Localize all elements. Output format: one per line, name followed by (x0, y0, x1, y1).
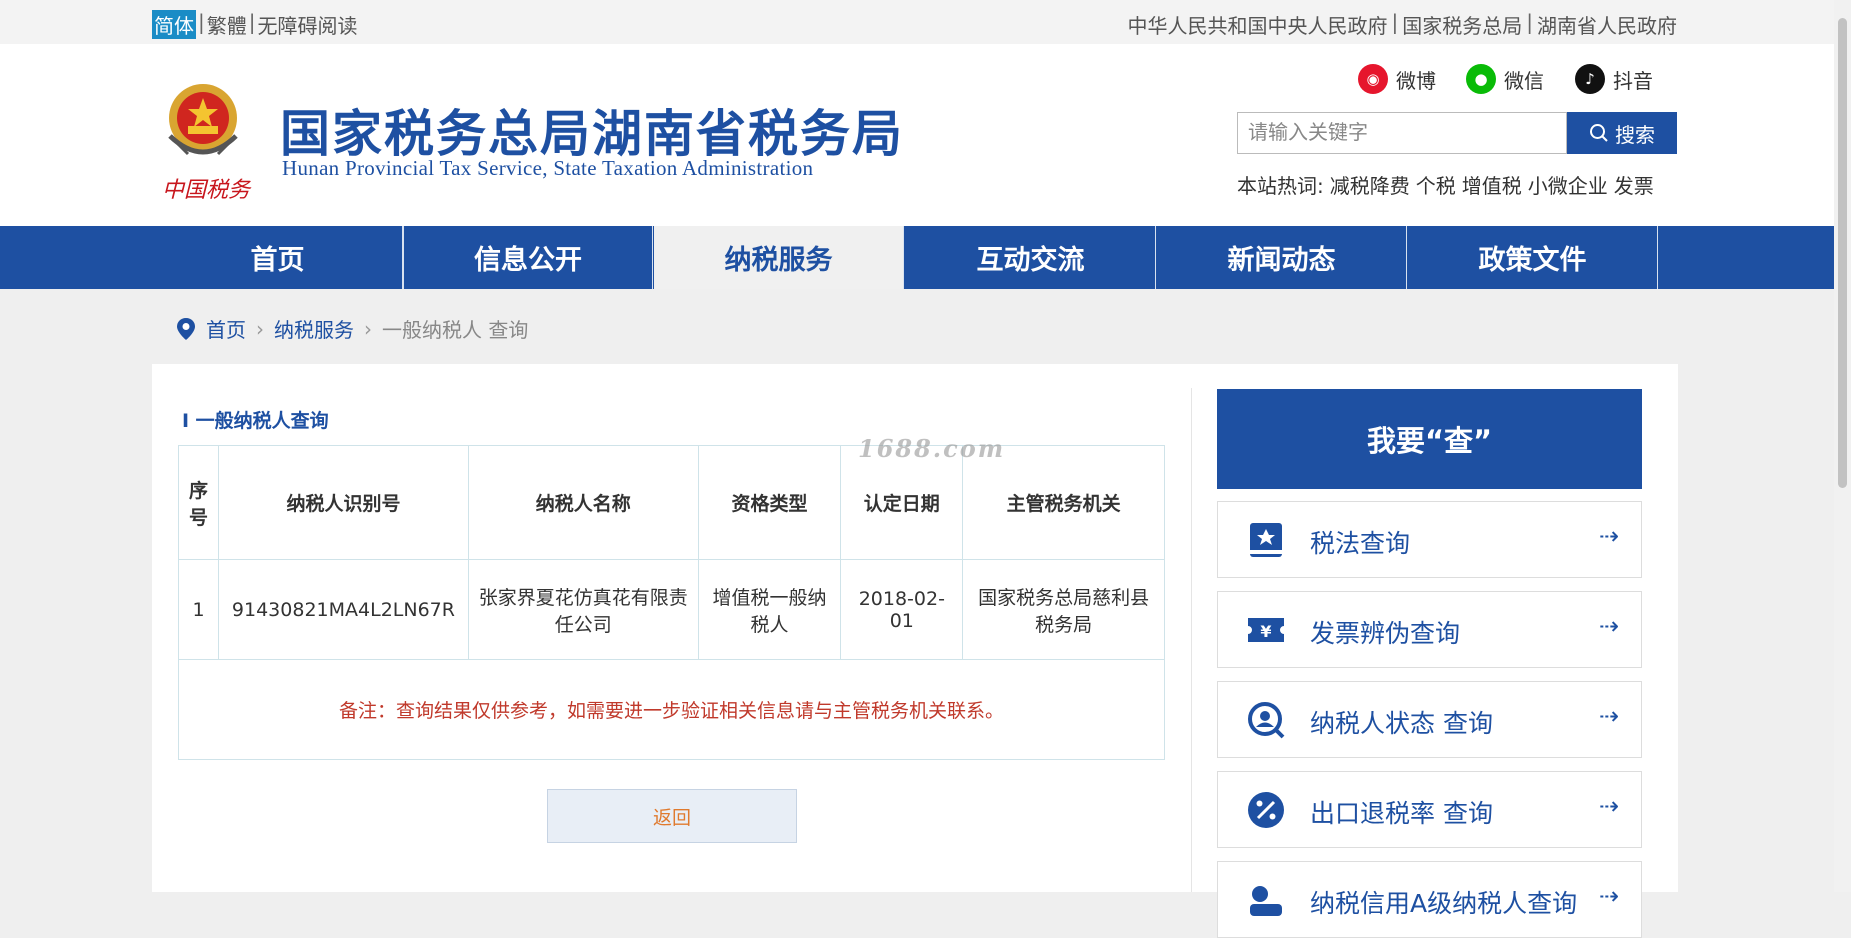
accessible-reading-link[interactable]: 无障碍阅读 (258, 10, 358, 39)
breadcrumb-current: 一般纳税人 查询 (382, 318, 529, 342)
sidebar-item-invoice[interactable]: ¥ 发票辨伪查询 ⇢ (1217, 591, 1642, 668)
sidebar-item-export-rebate[interactable]: 出口退税率 查询 ⇢ (1217, 771, 1642, 848)
sidebar-item-label: 纳税人状态 查询 (1310, 709, 1493, 738)
search-button[interactable]: 搜索 (1567, 112, 1677, 154)
col-header-tax-id: 纳税人识别号 (217, 445, 469, 560)
weibo-icon: ◉ (1358, 64, 1388, 94)
weibo-label: 微博 (1396, 68, 1436, 93)
percent-icon (1248, 792, 1284, 828)
government-links: 中华人民共和国中央人民政府 | 国家税务总局 | 湖南省人民政府 (1128, 10, 1678, 39)
cell-index: 1 (178, 559, 219, 660)
site-header: 中国税务 国家税务总局湖南省税务局 Hunan Provincial Tax S… (0, 44, 1851, 226)
wechat-link[interactable]: ● 微信 (1466, 64, 1544, 94)
douyin-label: 抖音 (1613, 68, 1653, 93)
nav-tax-service[interactable]: 纳税服务 (654, 226, 904, 289)
top-utility-bar: 简体 | 繁體 | 无障碍阅读 中华人民共和国中央人民政府 | 国家税务总局 |… (0, 0, 1851, 44)
breadcrumb-tax-service[interactable]: 纳税服务 (274, 314, 354, 343)
section-title: I 一般纳税人查询 (182, 410, 329, 432)
arrow-right-icon: ⇢ (1598, 702, 1619, 730)
hot-word-link[interactable]: 增值税 (1462, 170, 1522, 199)
credit-icon (1250, 886, 1282, 916)
breadcrumb-home[interactable]: 首页 (206, 314, 246, 343)
site-title-en: Hunan Provincial Tax Service, State Taxa… (282, 156, 814, 180)
sidebar-item-tax-law[interactable]: 税法查询 ⇢ (1217, 501, 1642, 578)
separator: | (198, 10, 205, 34)
sidebar-item-label: 纳税信用A级纳税人查询 (1310, 889, 1578, 918)
location-pin-icon (177, 317, 195, 340)
separator: | (1391, 10, 1399, 34)
weibo-link[interactable]: ◉ 微博 (1358, 64, 1436, 94)
hot-word-link[interactable]: 发票 (1614, 170, 1654, 199)
cell-tax-id: 91430821MA4L2LN67R (217, 559, 469, 660)
table-row: 1 91430821MA4L2LN67R 张家界夏花仿真花有限责任公司 增值税一… (178, 559, 1165, 660)
column-divider (1191, 388, 1192, 892)
cell-tax-office: 国家税务总局慈利县税务局 (962, 559, 1165, 660)
page-scrollbar[interactable] (1834, 0, 1851, 892)
nav-interaction[interactable]: 互动交流 (906, 226, 1156, 289)
sidebar-item-taxpayer-status[interactable]: 纳税人状态 查询 ⇢ (1217, 681, 1642, 758)
nav-news[interactable]: 新闻动态 (1157, 226, 1407, 289)
sidebar-title: 我要“查” (1217, 389, 1642, 489)
hot-word-link[interactable]: 减税降费 (1330, 170, 1410, 199)
back-button[interactable]: 返回 (547, 789, 797, 843)
taxpayer-search-icon (1248, 702, 1285, 739)
douyin-icon: ♪ (1575, 64, 1605, 94)
chevron-right-icon: › (256, 316, 264, 341)
table-header-row: 序号 纳税人识别号 纳税人名称 资格类型 认定日期 主管税务机关 (178, 445, 1165, 560)
main-nav: 首页 信息公开 纳税服务 互动交流 新闻动态 政策文件 (0, 226, 1851, 289)
sidebar-item-credit-a[interactable]: 纳税信用A级纳税人查询 ⇢ (1217, 861, 1642, 938)
svg-text:¥: ¥ (1260, 622, 1271, 641)
wechat-icon: ● (1466, 64, 1496, 94)
nav-policy[interactable]: 政策文件 (1408, 226, 1658, 289)
chevron-right-icon: › (364, 316, 372, 341)
search-input[interactable] (1237, 112, 1567, 154)
separator: | (248, 10, 256, 34)
lang-traditional-link[interactable]: 繁體 (207, 10, 247, 39)
seal-text: 中国税务 (162, 178, 251, 203)
national-emblem-icon (168, 84, 238, 156)
sidebar-item-label: 税法查询 (1310, 529, 1411, 558)
breadcrumb: 首页 › 纳税服务 › 一般纳税人 查询 (176, 314, 528, 343)
hot-word-link[interactable]: 小微企业 (1528, 170, 1608, 199)
separator: | (1526, 10, 1533, 34)
hunan-gov-link[interactable]: 湖南省人民政府 (1537, 10, 1677, 39)
cell-date: 2018-02-01 (840, 559, 964, 660)
central-gov-link[interactable]: 中华人民共和国中央人民政府 (1128, 10, 1388, 39)
sidebar-item-label: 出口退税率 查询 (1310, 799, 1493, 828)
watermark: 1688.com (858, 434, 1006, 463)
result-table: 序号 纳税人识别号 纳税人名称 资格类型 认定日期 主管税务机关 1 91430… (178, 445, 1165, 760)
language-switcher: 简体 | 繁體 | 无障碍阅读 (152, 10, 358, 39)
state-tax-link[interactable]: 国家税务总局 (1402, 10, 1522, 39)
col-header-index: 序号 (178, 445, 219, 560)
sidebar-item-label: 发票辨伪查询 (1310, 619, 1461, 648)
lang-simplified-link[interactable]: 简体 (152, 10, 196, 39)
table-note-row: 备注：查询结果仅供参考，如需要进一步验证相关信息请与主管税务机关联系。 (178, 659, 1165, 760)
wechat-label: 微信 (1504, 68, 1544, 93)
cell-qual-type: 增值税一般纳税人 (697, 559, 842, 660)
hot-word-link[interactable]: 个税 (1416, 170, 1456, 199)
invoice-yuan-icon: ¥ (1248, 618, 1284, 642)
scrollbar-thumb[interactable] (1838, 18, 1847, 488)
hot-words-label: 本站热词: (1237, 174, 1324, 198)
search-button-label: 搜索 (1615, 122, 1655, 147)
nav-home[interactable]: 首页 (153, 226, 403, 289)
arrow-right-icon: ⇢ (1598, 882, 1619, 910)
disclaimer-note: 备注：查询结果仅供参考，如需要进一步验证相关信息请与主管税务机关联系。 (178, 659, 1165, 760)
nav-info-disclosure[interactable]: 信息公开 (403, 226, 653, 289)
arrow-right-icon: ⇢ (1598, 792, 1619, 820)
hot-words: 本站热词: 减税降费 个税 增值税 小微企业 发票 (1237, 170, 1654, 199)
cell-name: 张家界夏花仿真花有限责任公司 (467, 559, 699, 660)
arrow-right-icon: ⇢ (1598, 522, 1619, 550)
col-header-name: 纳税人名称 (467, 445, 699, 560)
tax-law-book-icon (1250, 523, 1282, 557)
col-header-qual-type: 资格类型 (697, 445, 842, 560)
search-icon (1590, 124, 1608, 142)
douyin-link[interactable]: ♪ 抖音 (1575, 64, 1653, 94)
arrow-right-icon: ⇢ (1598, 612, 1619, 640)
